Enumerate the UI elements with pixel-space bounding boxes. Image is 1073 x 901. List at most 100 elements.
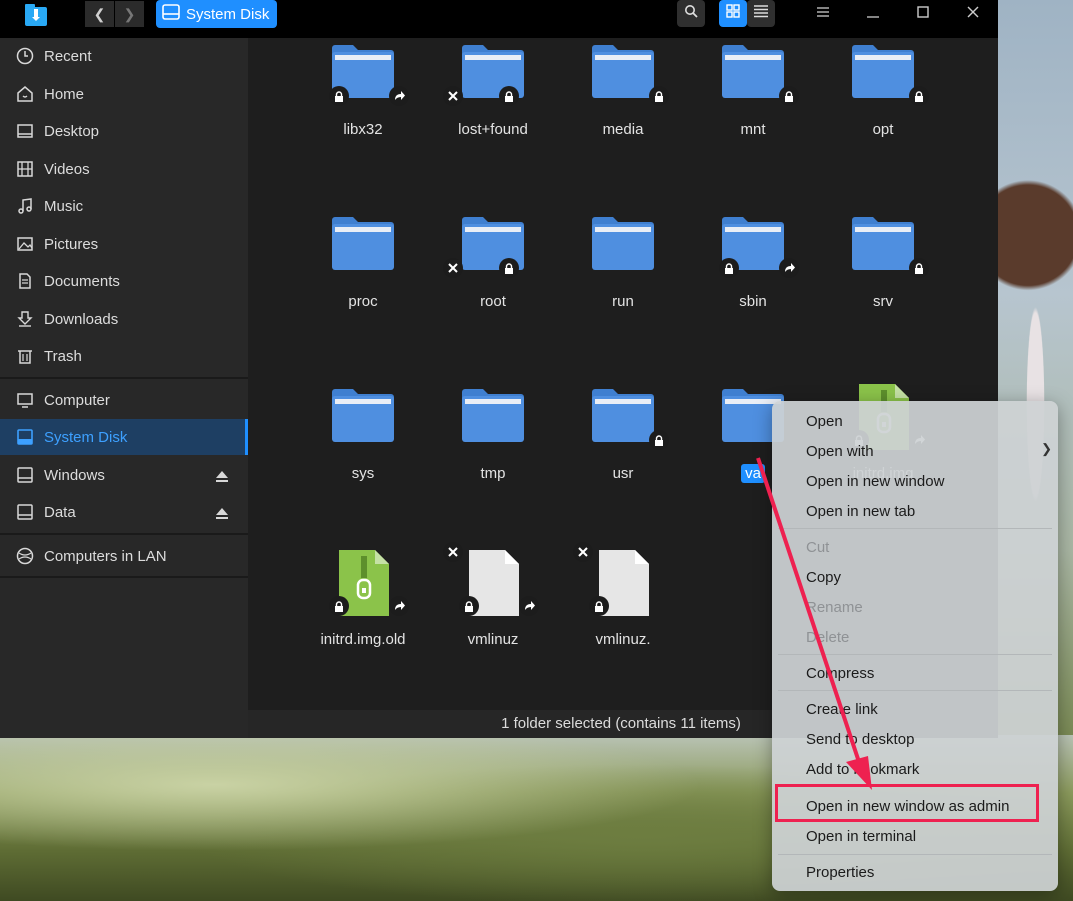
sidebar-item-system-disk[interactable]: System Disk <box>0 419 248 455</box>
monitor-icon <box>15 390 35 410</box>
eject-icon[interactable] <box>216 506 228 523</box>
menu-item-open-with[interactable]: Open with <box>806 440 874 464</box>
eject-icon[interactable] <box>216 469 228 486</box>
lock-icon <box>779 86 799 106</box>
menu-item-copy[interactable]: Copy <box>806 566 841 590</box>
file-name: vmlinuz <box>438 631 548 648</box>
list-view-button[interactable] <box>747 0 775 27</box>
sidebar-item-trash[interactable]: Trash <box>0 338 248 374</box>
folder-item[interactable]: sbin <box>698 210 808 360</box>
desktop-icon <box>15 121 35 141</box>
file-item[interactable]: initrd.img.old <box>308 548 418 698</box>
minimize-button[interactable] <box>855 0 891 27</box>
file-name-text: usr <box>612 465 634 482</box>
folder-item[interactable]: libx32 <box>308 38 418 188</box>
file-name-text: sbin <box>739 293 767 310</box>
file-name-text: vmlinuz <box>467 631 519 648</box>
sidebar-divider <box>0 576 248 578</box>
menu-item-open[interactable]: Open <box>806 410 843 434</box>
folder-icon <box>585 210 661 280</box>
menu-item-create-link[interactable]: Create link <box>806 698 878 722</box>
file-name: root <box>438 293 548 310</box>
lock-icon <box>589 596 609 616</box>
lock-icon <box>499 258 519 278</box>
folder-icon <box>455 38 531 108</box>
grid-view-button[interactable] <box>719 0 747 27</box>
minimize-icon <box>867 5 879 23</box>
sidebar-item-downloads[interactable]: Downloads <box>0 301 248 337</box>
home-icon <box>15 84 35 104</box>
file-name-text: initrd.img.old <box>320 631 406 648</box>
menu-item-open-new-window[interactable]: Open in new window <box>806 470 944 494</box>
file-name: media <box>568 121 678 138</box>
folder-item[interactable]: run <box>568 210 678 360</box>
drive-icon <box>15 465 35 485</box>
menu-item-send-to-desktop[interactable]: Send to desktop <box>806 728 914 752</box>
sidebar-item-label: Videos <box>44 160 90 178</box>
folder-icon <box>455 210 531 280</box>
file-name: lost+found <box>438 121 548 138</box>
maximize-icon <box>917 5 929 23</box>
menu-item-open-in-terminal[interactable]: Open in terminal <box>806 825 916 849</box>
breadcrumb[interactable]: System Disk <box>156 0 278 28</box>
folder-item[interactable]: opt <box>828 38 938 188</box>
folder-item[interactable]: media <box>568 38 678 188</box>
chevron-right-icon: ❯ <box>1041 441 1052 456</box>
menu-icon <box>816 5 830 23</box>
sidebar-item-home[interactable]: Home <box>0 76 248 112</box>
sidebar-item-windows[interactable]: Windows <box>0 457 248 493</box>
maximize-button[interactable] <box>905 0 941 27</box>
menu-item-open-new-tab[interactable]: Open in new tab <box>806 500 915 524</box>
search-button[interactable] <box>677 0 705 27</box>
forward-button[interactable]: ❯ <box>115 1 144 27</box>
file-name: mnt <box>698 121 808 138</box>
sidebar-item-label: Trash <box>44 347 82 365</box>
folder-item[interactable]: tmp <box>438 382 548 532</box>
folder-item[interactable]: usr <box>568 382 678 532</box>
sidebar-item-label: Desktop <box>44 122 100 140</box>
picture-icon <box>15 234 35 254</box>
menu-button[interactable] <box>805 0 841 27</box>
sidebar-item-recent[interactable]: Recent <box>0 38 248 74</box>
sidebar-item-computers-in-lan[interactable]: Computers in LAN <box>0 538 248 574</box>
sidebar-item-label: Computers in LAN <box>44 547 167 565</box>
folder-item[interactable]: lost+found <box>438 38 548 188</box>
search-icon <box>684 4 698 23</box>
symlink-icon <box>389 86 409 106</box>
file-item[interactable]: vmlinuz. <box>568 542 678 698</box>
back-button[interactable]: ❮ <box>85 1 114 27</box>
menu-item-properties[interactable]: Properties <box>806 861 874 885</box>
menu-item-add-to-bookmark[interactable]: Add to bookmark <box>806 758 919 782</box>
file-name: opt <box>828 121 938 138</box>
file-name-text: tmp <box>480 465 506 482</box>
lock-icon <box>649 86 669 106</box>
sidebar-item-videos[interactable]: Videos <box>0 151 248 187</box>
sidebar-item-computer[interactable]: Computer <box>0 382 248 418</box>
close-icon <box>967 5 979 23</box>
no-access-icon <box>443 542 463 562</box>
menu-item-rename: Rename <box>806 599 863 616</box>
folder-item[interactable]: proc <box>308 210 418 360</box>
folder-item[interactable]: sys <box>308 382 418 532</box>
menu-item-cut: Cut <box>806 539 830 556</box>
file-name-text: va <box>741 464 765 483</box>
sidebar-item-desktop[interactable]: Desktop <box>0 113 248 149</box>
sidebar-item-label: Computer <box>44 391 110 409</box>
menu-item-compress[interactable]: Compress <box>806 662 874 686</box>
folder-item[interactable]: srv <box>828 210 938 360</box>
sidebar-item-pictures[interactable]: Pictures <box>0 226 248 262</box>
sidebar-item-label: Pictures <box>44 235 99 253</box>
folder-icon <box>325 210 401 280</box>
folder-item[interactable]: root <box>438 210 548 360</box>
sidebar-item-data[interactable]: Data <box>0 494 248 530</box>
folder-item[interactable]: mnt <box>698 38 808 188</box>
close-button[interactable] <box>955 0 991 27</box>
folder-icon <box>325 382 401 452</box>
lock-icon <box>459 596 479 616</box>
file-item[interactable]: vmlinuz <box>438 542 548 698</box>
sidebar-item-documents[interactable]: Documents <box>0 263 248 299</box>
file-name: srv <box>828 293 938 310</box>
sidebar-item-music[interactable]: Music <box>0 188 248 224</box>
drive-icon <box>162 4 180 24</box>
file-name-text: sys <box>351 465 375 482</box>
